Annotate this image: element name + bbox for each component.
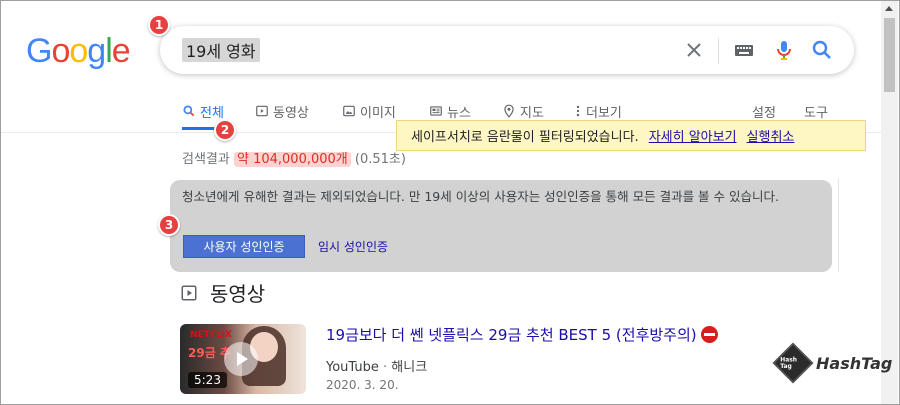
tab-label: 도구 bbox=[804, 105, 828, 121]
search-icon[interactable] bbox=[810, 38, 834, 62]
videos-heading: 동영상 bbox=[210, 282, 266, 306]
logo-letter: g bbox=[87, 32, 106, 70]
stats-prefix: 검색결과 bbox=[182, 152, 230, 167]
video-icon bbox=[181, 285, 197, 300]
result-count: 약 104,000,000개 bbox=[233, 152, 351, 167]
video-title-link[interactable]: 19금보다 더 쎈 넷플릭스 29금 추천 BEST 5 (전후방주의) bbox=[326, 324, 718, 345]
tab-label: 설정 bbox=[752, 105, 776, 121]
thumbnail-brand: NETFLIX bbox=[190, 330, 232, 340]
tab-label: 이미지 bbox=[360, 105, 396, 121]
logo-letter: e bbox=[111, 32, 131, 70]
tab-maps[interactable]: 지도 bbox=[502, 100, 544, 122]
logo-letter: o bbox=[51, 32, 70, 70]
tab-label: 지도 bbox=[520, 105, 544, 121]
panel-edge bbox=[838, 178, 839, 272]
logo-letter: G bbox=[26, 32, 52, 70]
video-source: YouTube · 해니크 bbox=[326, 360, 428, 375]
video-title: 19금보다 더 쎈 넷플릭스 29금 추천 BEST 5 (전후방주의) bbox=[326, 326, 697, 344]
search-divider bbox=[718, 38, 719, 64]
page-scrollbar[interactable] bbox=[881, 1, 898, 404]
search-input[interactable]: 19세 영화 bbox=[182, 38, 260, 62]
keyboard-icon[interactable] bbox=[732, 38, 756, 62]
tab-tools[interactable]: 도구 bbox=[804, 100, 828, 122]
video-duration: 5:23 bbox=[188, 372, 227, 388]
watermark-badge: Hash Tag bbox=[780, 356, 798, 370]
safesearch-notice: 세이프서치로 음란물이 필터링되었습니다. 자세히 알아보기 실행취소 bbox=[396, 120, 866, 151]
map-pin-icon bbox=[504, 104, 514, 118]
watermark-text: HashTag bbox=[816, 353, 893, 373]
step-marker-2: 2 bbox=[214, 119, 236, 141]
tab-label: 더보기 bbox=[586, 105, 622, 121]
no-entry-icon bbox=[700, 326, 718, 343]
tab-news[interactable]: 뉴스 bbox=[429, 100, 471, 122]
hashtag-logo-icon: Hash Tag bbox=[772, 342, 814, 384]
videos-section-header: 동영상 bbox=[180, 278, 265, 307]
learn-more-link[interactable]: 자세히 알아보기 bbox=[649, 126, 737, 145]
undo-link[interactable]: 실행취소 bbox=[747, 126, 795, 145]
tab-videos[interactable]: 동영상 bbox=[255, 100, 309, 122]
step-marker-1: 1 bbox=[148, 14, 170, 36]
hashtag-watermark: Hash Tag HashTag bbox=[772, 342, 893, 384]
video-channel: 해니크 bbox=[391, 360, 428, 375]
tab-label: 동영상 bbox=[273, 105, 309, 121]
temp-verify-link[interactable]: 임시 성인인증 bbox=[318, 238, 388, 255]
scroll-up-arrow-icon[interactable] bbox=[885, 6, 893, 11]
google-logo[interactable]: Google bbox=[26, 32, 131, 71]
tab-images[interactable]: 이미지 bbox=[342, 100, 396, 122]
tab-more[interactable]: 더보기 bbox=[574, 100, 622, 122]
logo-letter: o bbox=[69, 32, 88, 70]
video-icon bbox=[256, 105, 268, 117]
search-icon bbox=[183, 105, 195, 117]
more-vert-icon bbox=[576, 105, 580, 117]
video-platform: YouTube bbox=[326, 360, 379, 375]
result-stats: 검색결과 약 104,000,000개 (0.51초) bbox=[182, 148, 406, 167]
tab-all[interactable]: 전체 bbox=[182, 100, 224, 122]
warning-text: 청소년에게 유해한 결과는 제외되었습니다. 만 19세 이상의 사용자는 성인… bbox=[182, 189, 779, 204]
adult-content-warning: 청소년에게 유해한 결과는 제외되었습니다. 만 19세 이상의 사용자는 성인… bbox=[170, 180, 832, 272]
video-date: 2020. 3. 20. bbox=[326, 378, 399, 392]
play-icon[interactable] bbox=[224, 342, 258, 376]
scroll-thumb[interactable] bbox=[884, 18, 895, 92]
tab-settings[interactable]: 설정 bbox=[752, 100, 776, 122]
step-marker-3: 3 bbox=[158, 214, 180, 236]
image-icon bbox=[343, 105, 355, 117]
mic-icon[interactable] bbox=[772, 38, 796, 62]
search-time: (0.51초) bbox=[354, 152, 406, 167]
close-icon[interactable] bbox=[682, 38, 706, 62]
tab-label: 뉴스 bbox=[447, 105, 471, 121]
safesearch-message: 세이프서치로 음란물이 필터링되었습니다. bbox=[411, 130, 639, 145]
video-thumbnail[interactable]: NETFLIX 29금 추 5:23 bbox=[180, 324, 306, 394]
search-box[interactable]: 19세 영화 bbox=[160, 26, 854, 74]
adult-verify-button[interactable]: 사용자 성인인증 bbox=[183, 235, 305, 258]
news-icon bbox=[430, 106, 442, 116]
tab-label: 전체 bbox=[200, 105, 224, 121]
